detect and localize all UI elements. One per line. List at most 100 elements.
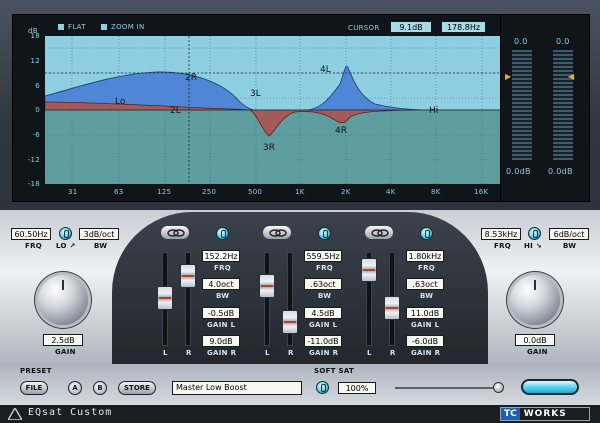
node-label-4r[interactable]: 4R xyxy=(335,126,347,136)
meter-left-bar xyxy=(512,50,532,160)
link-icon xyxy=(167,229,185,237)
hi-power-button[interactable] xyxy=(528,227,541,240)
zoom-in-toggle-icon[interactable] xyxy=(101,24,107,30)
node-label-2l[interactable]: 2L xyxy=(170,106,181,116)
freq-tick: 500 xyxy=(248,188,263,196)
preset-label: PRESET xyxy=(20,367,52,375)
meter-right-marker-icon[interactable]: ◀ xyxy=(568,72,574,81)
db-tick: -18 xyxy=(27,180,40,188)
freq-tick: 125 xyxy=(157,188,172,196)
band-1-power-button[interactable] xyxy=(216,227,229,240)
meter-right-db: 0.0dB xyxy=(548,167,573,176)
band-2-frq-label: FRQ xyxy=(316,264,334,272)
flat-toggle-icon[interactable] xyxy=(58,24,64,30)
brand-badge: TC WORKS xyxy=(500,407,590,421)
node-label-3l[interactable]: 3L xyxy=(250,89,261,99)
freq-tick: 2K xyxy=(341,188,351,196)
output-activity-button[interactable] xyxy=(521,379,579,395)
band-1-gain-r-value[interactable]: 9.0dB xyxy=(202,335,240,347)
band-3-r-label: R xyxy=(390,349,396,357)
hi-frq-value[interactable]: 8.53kHz xyxy=(481,228,521,240)
band-3-gain-r-label: GAIN R xyxy=(411,349,441,357)
meter-left-marker-icon[interactable]: ▶ xyxy=(505,72,511,81)
band-1-frq-value[interactable]: 152.2Hz xyxy=(202,250,240,262)
hi-bw-value[interactable]: 6dB/oct xyxy=(549,228,589,240)
store-button[interactable]: STORE xyxy=(118,381,156,395)
cursor-db-readout: 9.1dB xyxy=(390,21,432,33)
node-label-3r[interactable]: 3R xyxy=(263,143,275,153)
band-2-gain-l-value[interactable]: 4.5dB xyxy=(304,307,342,319)
band-2-fader-l[interactable] xyxy=(259,274,275,298)
soft-sat-power-button[interactable] xyxy=(316,381,329,394)
band-2-gain-r-value[interactable]: -11.0dB xyxy=(304,335,342,347)
lo-frq-value[interactable]: 60.50Hz xyxy=(11,228,51,240)
band-1-gain-l-value[interactable]: -0.5dB xyxy=(202,307,240,319)
preset-name-field[interactable]: Master Low Boost xyxy=(172,381,302,395)
band-1-gain-r-label: GAIN R xyxy=(207,349,237,357)
band-2-r-label: R xyxy=(288,349,294,357)
band-3-power-button[interactable] xyxy=(420,227,433,240)
band-2-gain-l-label: GAIN L xyxy=(309,321,338,329)
node-label-4l[interactable]: 4L xyxy=(320,65,331,75)
lo-gain-knob[interactable] xyxy=(38,275,88,325)
band-1-fader-l[interactable] xyxy=(157,286,173,310)
band-3-bw-value[interactable]: .63oct xyxy=(406,278,444,290)
soft-sat-label: SOFT SAT xyxy=(314,367,355,375)
soft-sat-value[interactable]: 100% xyxy=(338,382,376,394)
band-1-gain-l-label: GAIN L xyxy=(207,321,236,329)
lo-power-button[interactable] xyxy=(59,227,72,240)
node-label-hi[interactable]: Hi xyxy=(429,106,438,116)
lo-bw-value[interactable]: 3dB/oct xyxy=(79,228,119,240)
band-2-bw-value[interactable]: .63oct xyxy=(304,278,342,290)
band-3-gain-r-value[interactable]: -6.0dB xyxy=(406,335,444,347)
band-1: L R 152.2Hz FRQ 4.0oct BW -0.5dB GAIN L … xyxy=(150,222,250,362)
hi-gain-knob[interactable] xyxy=(510,275,560,325)
band-1-bw-value[interactable]: 4.0oct xyxy=(202,278,240,290)
link-icon xyxy=(269,229,287,237)
band-2-power-button[interactable] xyxy=(318,227,331,240)
soft-sat-slider-handle[interactable] xyxy=(493,382,504,393)
hi-frq-label: FRQ xyxy=(494,242,512,250)
eqsat-plugin-window: FLAT ZOOM IN CURSOR 9.1dB 178.8Hz dB Lo … xyxy=(0,0,600,423)
brand-tc: TC xyxy=(501,408,520,420)
band-3-bw-label: BW xyxy=(420,292,434,300)
preset-a-button[interactable]: A xyxy=(68,381,82,395)
hi-bw-label: BW xyxy=(563,242,577,250)
zoom-in-label[interactable]: ZOOM IN xyxy=(111,23,144,31)
freq-tick: 4K xyxy=(386,188,396,196)
band-1-link-button[interactable] xyxy=(160,225,190,240)
freq-tick: 250 xyxy=(202,188,217,196)
brand-works: WORKS xyxy=(523,409,567,419)
preset-b-button[interactable]: B xyxy=(93,381,107,395)
band-3-frq-label: FRQ xyxy=(418,264,436,272)
band-3-link-button[interactable] xyxy=(364,225,394,240)
band-3-fader-r[interactable] xyxy=(384,296,400,320)
lo-frq-label: FRQ xyxy=(25,242,43,250)
band-2-link-button[interactable] xyxy=(262,225,292,240)
lo-bw-label: BW xyxy=(94,242,108,250)
node-label-2r[interactable]: 2R xyxy=(185,73,197,83)
file-button[interactable]: FILE xyxy=(20,381,48,395)
soft-sat-slider-track xyxy=(395,387,500,389)
band-1-fader-r[interactable] xyxy=(180,264,196,288)
eq-graph[interactable]: Lo 2R 2L 3L 3R 4L 4R Hi xyxy=(45,36,511,184)
band-3-gain-l-value[interactable]: 11.0dB xyxy=(406,307,444,319)
db-tick: 12 xyxy=(30,57,40,65)
freq-tick: 63 xyxy=(114,188,124,196)
db-tick: -12 xyxy=(27,156,40,164)
product-name: EQsat Custom xyxy=(28,407,113,418)
hi-gain-value[interactable]: 0.0dB xyxy=(515,334,555,346)
band-2-fader-r[interactable] xyxy=(282,310,298,334)
lo-shelf-label: LO ↗ xyxy=(56,242,76,250)
band-3-fader-l[interactable] xyxy=(361,258,377,282)
band-2-frq-value[interactable]: 559.5Hz xyxy=(304,250,342,262)
flat-label[interactable]: FLAT xyxy=(68,23,86,31)
lo-gain-label: GAIN xyxy=(55,348,76,356)
lo-gain-value[interactable]: 2.5dB xyxy=(43,334,83,346)
node-label-lo[interactable]: Lo xyxy=(115,97,126,107)
band-2-bw-label: BW xyxy=(318,292,332,300)
cursor-hz-readout: 178.8Hz xyxy=(441,21,486,33)
meter-right-bar xyxy=(553,50,573,160)
band-2: L R 559.5Hz FRQ .63oct BW 4.5dB GAIN L -… xyxy=(252,222,352,362)
band-3-frq-value[interactable]: 1.80kHz xyxy=(406,250,444,262)
